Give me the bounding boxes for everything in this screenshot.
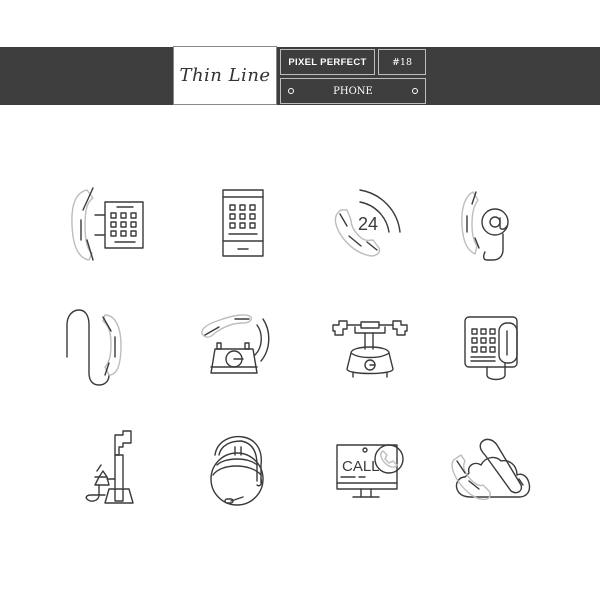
dot-icon xyxy=(412,88,418,94)
payphone-icon xyxy=(445,305,535,395)
support-24-hours-icon: 24 xyxy=(325,180,415,270)
cloud-phone-icon xyxy=(445,425,535,515)
banner-right-panel xyxy=(429,47,600,105)
dot-icon xyxy=(288,88,294,94)
brand-title: Thin Line xyxy=(179,65,271,86)
category-text: PHONE xyxy=(333,85,373,97)
set-number: #18 xyxy=(378,49,426,75)
vintage-candlestick-phone-icon xyxy=(325,305,415,395)
banner-left-panel xyxy=(0,47,171,105)
ringing-rotary-phone-icon xyxy=(195,305,285,395)
desk-phone-keypad-icon xyxy=(65,180,155,270)
handset-cord-icon xyxy=(65,305,155,395)
hours-label: 24 xyxy=(358,214,378,234)
smartphone-keypad-icon xyxy=(195,180,285,270)
headset-operator-icon xyxy=(195,425,285,515)
brand-title-box: Thin Line xyxy=(173,46,277,105)
phone-email-icon xyxy=(445,180,535,270)
call-label: CALL xyxy=(342,458,380,475)
antique-stand-phone-icon xyxy=(65,425,155,515)
computer-call-icon: CALL xyxy=(325,425,415,515)
category-label: PHONE xyxy=(280,78,426,104)
tag-label: PIXEL PERFECT xyxy=(280,49,375,75)
